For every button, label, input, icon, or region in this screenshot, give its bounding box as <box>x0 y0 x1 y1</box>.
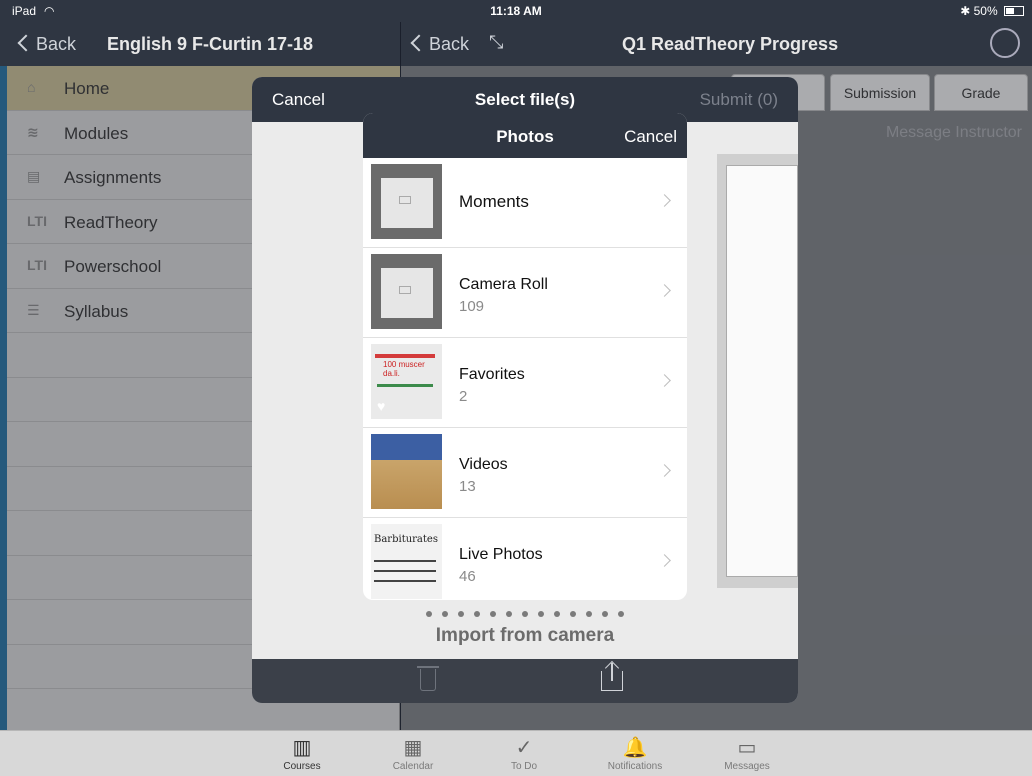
album-camera-roll[interactable]: Camera Roll 109 <box>363 248 687 338</box>
page-dot <box>522 611 528 617</box>
page-dot <box>538 611 544 617</box>
page-dot <box>570 611 576 617</box>
photos-popover: Photos Cancel Moments Camera Roll 109 10… <box>363 113 687 600</box>
chevron-right-icon <box>658 194 671 207</box>
tab-messages[interactable]: ▭ Messages <box>707 735 787 772</box>
page-dot <box>474 611 480 617</box>
status-bar: iPad ◠ 11:18 AM ✱ 50% <box>0 0 1032 22</box>
album-thumbnail <box>371 434 442 509</box>
tab-notifications[interactable]: 🔔 Notifications <box>595 735 675 772</box>
chevron-right-icon <box>658 284 671 297</box>
chevron-left-icon <box>410 34 428 52</box>
page-dot <box>554 611 560 617</box>
album-name: Moments <box>459 192 529 211</box>
chevron-right-icon <box>658 464 671 477</box>
calendar-icon: ▦ <box>403 737 423 759</box>
album-name: Live Photos <box>459 546 543 563</box>
alarm-clock-icon[interactable] <box>990 28 1020 58</box>
tab-todo[interactable]: ✓ To Do <box>484 735 564 772</box>
page-dot <box>458 611 464 617</box>
heart-icon: ♥ <box>377 398 386 414</box>
modal-footer <box>252 659 798 703</box>
course-title: English 9 F-Curtin 17-18 <box>107 34 314 54</box>
chevron-right-icon <box>658 554 671 567</box>
assignment-title: Q1 ReadTheory Progress <box>622 34 839 54</box>
books-icon: ▥ <box>292 737 312 759</box>
album-count: 46 <box>459 568 476 585</box>
bluetooth-icon: ✱ <box>960 4 971 18</box>
tab-courses[interactable]: ▥ Courses <box>262 735 342 772</box>
tab-calendar[interactable]: ▦ Calendar <box>373 735 453 772</box>
battery-percent: 50% <box>973 4 998 18</box>
page-dot <box>506 611 512 617</box>
battery-icon <box>1004 6 1024 16</box>
import-from-camera[interactable]: Import from camera <box>252 625 798 647</box>
inbox-icon: ▭ <box>737 737 757 759</box>
album-name: Favorites <box>459 366 525 383</box>
album-count: 2 <box>459 388 468 405</box>
page-dot <box>586 611 592 617</box>
expand-icon[interactable]: ⤡ <box>489 32 503 53</box>
thumb-text: 100 muscer da.li. <box>383 360 425 378</box>
assignment-nav-bar: Back ⤡ Q1 ReadTheory Progress <box>401 22 1032 66</box>
album-name: Camera Roll <box>459 276 548 293</box>
share-icon[interactable] <box>601 660 623 691</box>
album-name: Videos <box>459 456 508 473</box>
album-favorites[interactable]: 100 muscer da.li. ♥ Favorites 2 <box>363 338 687 428</box>
album-thumbnail <box>371 254 442 329</box>
photos-cancel-button[interactable]: Cancel <box>624 127 677 147</box>
checkmark-icon: ✓ <box>515 737 533 759</box>
page-dots <box>252 611 798 617</box>
document-preview[interactable] <box>726 165 798 577</box>
album-count: 13 <box>459 478 476 495</box>
thumb-text: Barbiturates <box>374 534 438 545</box>
page-dot <box>442 611 448 617</box>
course-nav-bar: Back English 9 F-Curtin 17-18 <box>0 22 400 66</box>
photos-header: Photos Cancel <box>363 113 687 158</box>
chevron-right-icon <box>658 374 671 387</box>
battery-indicator: ✱ 50% <box>960 4 1024 18</box>
album-count: 109 <box>459 298 485 315</box>
back-button[interactable]: Back <box>17 34 76 55</box>
album-thumbnail <box>371 164 442 239</box>
album-videos[interactable]: Videos 13 <box>363 428 687 518</box>
clock: 11:18 AM <box>490 4 542 18</box>
tab-bar: ▥ Courses ▦ Calendar ✓ To Do 🔔 Notificat… <box>0 730 1032 776</box>
album-thumbnail: 100 muscer da.li. ♥ <box>371 344 442 419</box>
back-button[interactable]: Back <box>410 34 469 55</box>
page-dot <box>490 611 496 617</box>
page-dot <box>618 611 624 617</box>
bell-icon: 🔔 <box>622 737 648 759</box>
trash-icon[interactable] <box>417 666 439 691</box>
chevron-left-icon <box>17 34 35 52</box>
page-dot <box>426 611 432 617</box>
album-thumbnail: Barbiturates <box>371 524 442 599</box>
album-moments[interactable]: Moments <box>363 158 687 248</box>
submit-button[interactable]: Submit (0) <box>700 90 778 110</box>
album-live-photos[interactable]: Barbiturates Live Photos 46 <box>363 518 687 600</box>
page-dot <box>602 611 608 617</box>
